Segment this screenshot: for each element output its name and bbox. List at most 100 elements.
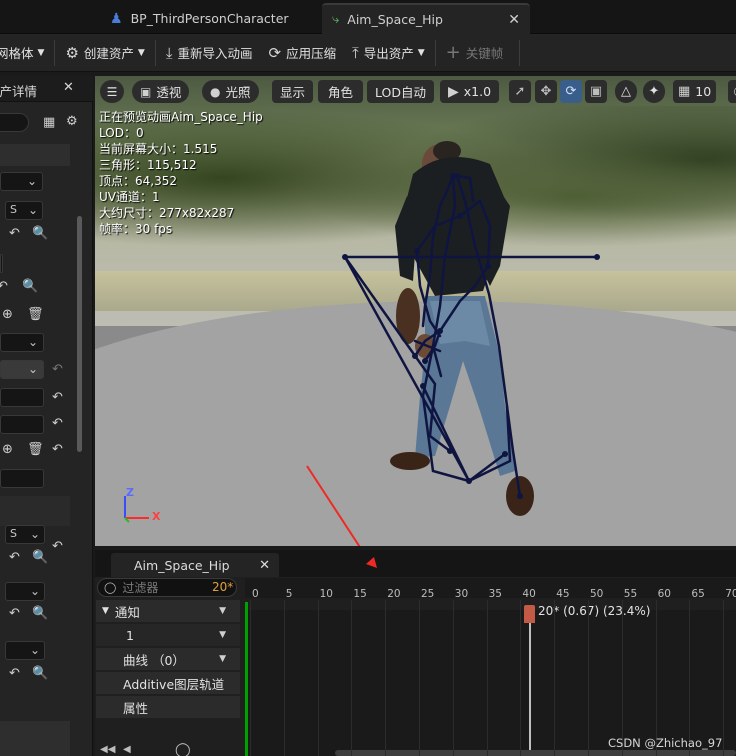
timeline-area[interactable]: 20* (0.67) (23.4%) 0 5 10 15 20 25 30 35 40 45 50 5… xyxy=(245,578,736,756)
browse-icon[interactable]: 🔍 xyxy=(22,279,38,294)
preview-viewport[interactable]: Z X ☰ ▣ 透视 ● 光照 显示 角色 LOD自动 ▶ x1.0 ➚ ✥ ⟳ ▣ … xyxy=(95,76,736,546)
stats-line-uv-channels: UV通道：1 xyxy=(99,190,160,204)
rotation-snap-button[interactable]: ◑ xyxy=(728,80,736,103)
apply-compression-button[interactable]: ⟳ 应用压缩 xyxy=(260,34,344,72)
asset-details-panel: 资产详情 ✕ ▦ ⚙ ⌄ S⌄ ↶ 🔍 ↶ 🔍 ⊕ 🗑 ⌄ ⌄ ↶ ↶ ↶ ⊕ … xyxy=(0,76,93,756)
stats-line-screen-size: 当前屏幕大小：1.515 xyxy=(99,142,218,156)
show-button[interactable]: 显示 xyxy=(272,80,314,103)
reset-icon[interactable]: ↶ xyxy=(52,390,63,405)
dropdown-field-s[interactable]: S ⌄ xyxy=(5,525,45,544)
chevron-down-icon: ⌄ xyxy=(26,174,37,188)
reset-icon[interactable]: ↶ xyxy=(52,362,63,377)
dropdown-field[interactable]: ⌄ xyxy=(5,582,45,601)
browse-icon[interactable]: 🔍 xyxy=(32,550,48,565)
panel-title: 资产详情 xyxy=(0,84,38,99)
table-icon[interactable]: ▦ xyxy=(43,115,55,130)
timeline-gridline xyxy=(419,600,420,756)
use-selected-icon[interactable]: ↶ xyxy=(0,279,8,294)
use-selected-icon[interactable]: ↶ xyxy=(9,550,20,565)
character-button[interactable]: 角色 xyxy=(318,80,364,103)
close-icon[interactable]: ✕ xyxy=(63,80,74,95)
chevron-down-icon: ▼ xyxy=(137,47,145,58)
surface-snap-button[interactable]: ✦ xyxy=(643,80,665,103)
text-field[interactable] xyxy=(0,415,44,434)
translate-mode-button[interactable]: ✥ xyxy=(535,80,557,103)
transport-icon[interactable]: ◯ xyxy=(175,742,191,756)
text-field[interactable] xyxy=(0,254,3,273)
grid-snap-button[interactable]: ▦ 10 xyxy=(673,80,717,103)
track-notify-1[interactable]: 1 ▼ xyxy=(96,624,240,646)
timeline-tick-label: 50 xyxy=(590,588,604,600)
scrollbar[interactable] xyxy=(77,216,82,452)
track-curves[interactable]: 曲线 （0） ▼ xyxy=(96,648,240,670)
track-additive[interactable]: Additive图层轨道 xyxy=(96,672,240,694)
use-selected-icon[interactable]: ↶ xyxy=(9,666,20,681)
animation-editor-window: ♟ BP_ThirdPersonCharacter ⤷ Aim_Space_Hi… xyxy=(0,0,736,756)
chevron-down-icon: ⌄ xyxy=(29,527,40,541)
plus-icon: + xyxy=(445,42,461,63)
tab-bp-thirdpersoncharacter[interactable]: ♟ BP_ThirdPersonCharacter xyxy=(100,3,320,34)
tab-aim-space-hip[interactable]: ⤷ Aim_Space_Hip ✕ xyxy=(322,3,530,34)
dropdown-field[interactable]: ⌄ xyxy=(0,333,44,352)
create-asset-button[interactable]: ⚙ 创建资产 ▼ xyxy=(57,34,152,72)
timeline-gridline xyxy=(317,600,319,756)
sequence-timeline-panel: Aim_Space_Hip ✕ ◯ 过滤器 20* ▼ 通知 ▼ 1 ▼ 曲线 … xyxy=(95,550,736,756)
close-icon[interactable]: ✕ xyxy=(259,558,270,573)
tab-aim-space-hip-timeline[interactable]: Aim_Space_Hip ✕ xyxy=(111,553,279,577)
browse-icon[interactable]: 🔍 xyxy=(32,666,48,681)
dropdown-field[interactable]: ⌄ xyxy=(0,172,43,191)
text-field[interactable] xyxy=(0,469,44,488)
cube-icon: ▣ xyxy=(140,84,152,99)
export-asset-button[interactable]: ⤒ 导出资产 ▼ xyxy=(344,34,433,72)
character-mesh xyxy=(390,141,534,516)
timeline-tick-label: 60 xyxy=(657,588,671,600)
stats-line-vertices: 顶点：64,352 xyxy=(99,174,177,188)
add-icon[interactable]: ⊕ xyxy=(2,442,13,457)
reset-icon[interactable]: ↶ xyxy=(52,539,63,554)
keyframe-button[interactable]: + 关键帧 xyxy=(438,34,512,72)
dropdown-field[interactable]: ⌄ xyxy=(0,360,44,379)
gear-icon[interactable]: ⚙ xyxy=(66,114,78,129)
document-tab-bar: ♟ BP_ThirdPersonCharacter ⤷ Aim_Space_Hi… xyxy=(0,0,736,34)
browse-icon[interactable]: 🔍 xyxy=(32,606,48,621)
playhead-handle[interactable] xyxy=(524,605,535,623)
world-local-button[interactable]: △ xyxy=(615,80,637,103)
track-notify[interactable]: ▼ 通知 ▼ xyxy=(96,600,240,622)
search-input[interactable] xyxy=(0,113,29,132)
dropdown-field[interactable]: ⌄ xyxy=(5,641,45,660)
play-speed-button[interactable]: ▶ x1.0 xyxy=(440,80,500,103)
trash-icon[interactable]: 🗑 xyxy=(27,307,44,322)
playhead-line[interactable] xyxy=(529,608,531,756)
dropdown-field-s[interactable]: S ⌄ xyxy=(5,201,43,220)
track-label: Additive图层轨道 xyxy=(123,676,225,692)
transport-icon[interactable]: ◀◀ xyxy=(100,744,115,755)
lod-button[interactable]: LOD自动 xyxy=(367,80,434,103)
use-selected-icon[interactable]: ↶ xyxy=(9,606,20,621)
use-selected-icon[interactable]: ↶ xyxy=(9,226,20,241)
scale-icon: ▣ xyxy=(589,84,603,99)
mesh-button[interactable]: 网格体 ▼ xyxy=(0,34,52,72)
chevron-down-icon: ⌄ xyxy=(27,335,38,349)
track-attributes[interactable]: 属性 xyxy=(96,696,240,718)
timeline-start-marker xyxy=(245,602,248,756)
close-icon[interactable]: ✕ xyxy=(508,12,520,28)
rotate-mode-button[interactable]: ⟳ xyxy=(560,80,582,103)
reimport-button[interactable]: ⤓ 重新导入动画 xyxy=(158,34,261,72)
reset-icon[interactable]: ↶ xyxy=(52,416,63,431)
annotation-arrow xyxy=(306,465,361,546)
scale-mode-button[interactable]: ▣ xyxy=(585,80,607,103)
stats-line-framerate: 帧率：30 fps xyxy=(99,222,173,236)
reset-icon[interactable]: ↶ xyxy=(52,442,63,457)
search-icon: ◯ xyxy=(104,581,117,594)
add-icon[interactable]: ⊕ xyxy=(2,307,13,322)
horizontal-scrollbar[interactable] xyxy=(335,750,736,756)
viewport-menu-button[interactable]: ☰ xyxy=(100,80,124,103)
perspective-button[interactable]: ▣ 透视 xyxy=(132,80,190,103)
browse-icon[interactable]: 🔍 xyxy=(32,226,48,241)
select-mode-button[interactable]: ➚ xyxy=(509,80,531,103)
timeline-gridline xyxy=(486,600,488,756)
transport-icon[interactable]: ◀ xyxy=(123,744,131,755)
lighting-button[interactable]: ● 光照 xyxy=(202,80,259,103)
trash-icon[interactable]: 🗑 xyxy=(27,442,44,457)
text-field[interactable] xyxy=(0,388,44,407)
